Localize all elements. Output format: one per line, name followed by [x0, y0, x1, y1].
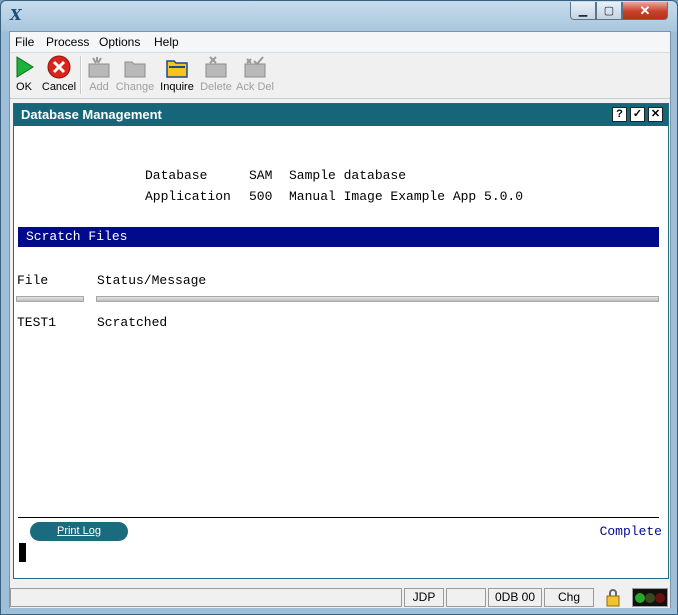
delete-button[interactable]: Delete	[199, 55, 233, 93]
application-label: Application	[145, 189, 231, 204]
change-folder-icon	[123, 55, 147, 79]
database-management-panel: Database Management ? ✓ ✕ Database SAM S…	[13, 103, 669, 579]
minimize-icon: ▁	[578, 5, 588, 17]
cancel-icon	[47, 55, 71, 79]
maximize-button[interactable]: ▢	[596, 2, 622, 20]
section-title: Scratch Files	[26, 229, 128, 244]
ack-del-label: Ack Del	[236, 81, 274, 93]
application-window: X ▁ ▢ ✕ File Process Options Help OK Can…	[0, 0, 678, 615]
inquire-folder-icon	[165, 55, 189, 79]
ok-label: OK	[16, 81, 32, 93]
inquire-label: Inquire	[160, 81, 194, 93]
traffic-light-icon	[632, 588, 668, 607]
ack-del-button[interactable]: Ack Del	[236, 55, 274, 93]
panel-title: Database Management	[21, 107, 162, 122]
add-folder-icon	[87, 55, 111, 79]
status-user: JDP	[404, 588, 444, 607]
text-cursor	[19, 543, 26, 562]
delete-folder-icon	[204, 55, 228, 79]
column-resize-file[interactable]	[16, 296, 84, 302]
lock-icon	[596, 588, 631, 607]
column-resize-status[interactable]	[96, 296, 659, 302]
status-empty	[446, 588, 486, 607]
ack-delete-icon	[243, 55, 267, 79]
cancel-label: Cancel	[41, 81, 77, 93]
footer-divider	[18, 517, 659, 518]
print-log-button[interactable]: Print Log	[30, 522, 128, 541]
application-description: Manual Image Example App 5.0.0	[289, 189, 524, 204]
menu-options[interactable]: Options	[99, 35, 140, 49]
cancel-button[interactable]: Cancel	[40, 55, 78, 93]
status-mode: Chg	[544, 588, 594, 607]
database-code: SAM	[249, 168, 273, 183]
play-icon	[12, 55, 36, 79]
status-complete: Complete	[599, 524, 662, 539]
database-description: Sample database	[289, 168, 407, 183]
title-bar[interactable]: X ▁ ▢ ✕	[1, 1, 677, 31]
client-area: File Process Options Help OK Cancel Add …	[9, 31, 671, 608]
status-db: 0DB 00	[488, 588, 542, 607]
confirm-button[interactable]: ✓	[630, 107, 645, 122]
section-header: Scratch Files	[18, 227, 659, 247]
status-bar: JDP 0DB 00 Chg	[10, 587, 670, 608]
delete-label: Delete	[200, 81, 232, 93]
close-icon: ✕	[639, 2, 651, 18]
status-message-area	[10, 588, 402, 607]
close-window-button[interactable]: ✕	[622, 2, 668, 20]
ok-button[interactable]: OK	[12, 55, 36, 93]
panel-close-button[interactable]: ✕	[648, 107, 663, 122]
panel-title-bar: Database Management ? ✓ ✕	[14, 104, 668, 126]
inquire-button[interactable]: Inquire	[158, 55, 196, 93]
table-cell-file: TEST1	[17, 315, 57, 330]
menu-file[interactable]: File	[15, 35, 34, 49]
add-label: Add	[89, 81, 109, 93]
toolbar: OK Cancel Add Change Inquire Delete Ack …	[10, 53, 670, 99]
toolbar-separator	[80, 56, 82, 94]
x-app-icon[interactable]: X	[10, 7, 26, 23]
help-button[interactable]: ?	[612, 107, 627, 122]
application-code: 500	[249, 189, 273, 204]
menu-help[interactable]: Help	[154, 35, 179, 49]
change-button[interactable]: Change	[115, 55, 155, 93]
column-header-file: File	[17, 273, 49, 288]
column-header-status: Status/Message	[97, 273, 207, 288]
menu-bar: File Process Options Help	[10, 32, 670, 53]
maximize-icon: ▢	[603, 5, 615, 17]
change-label: Change	[115, 81, 155, 93]
minimize-button[interactable]: ▁	[570, 2, 596, 20]
table-cell-status: Scratched	[97, 315, 168, 330]
database-label: Database	[145, 168, 208, 183]
add-button[interactable]: Add	[86, 55, 112, 93]
menu-process[interactable]: Process	[46, 35, 89, 49]
